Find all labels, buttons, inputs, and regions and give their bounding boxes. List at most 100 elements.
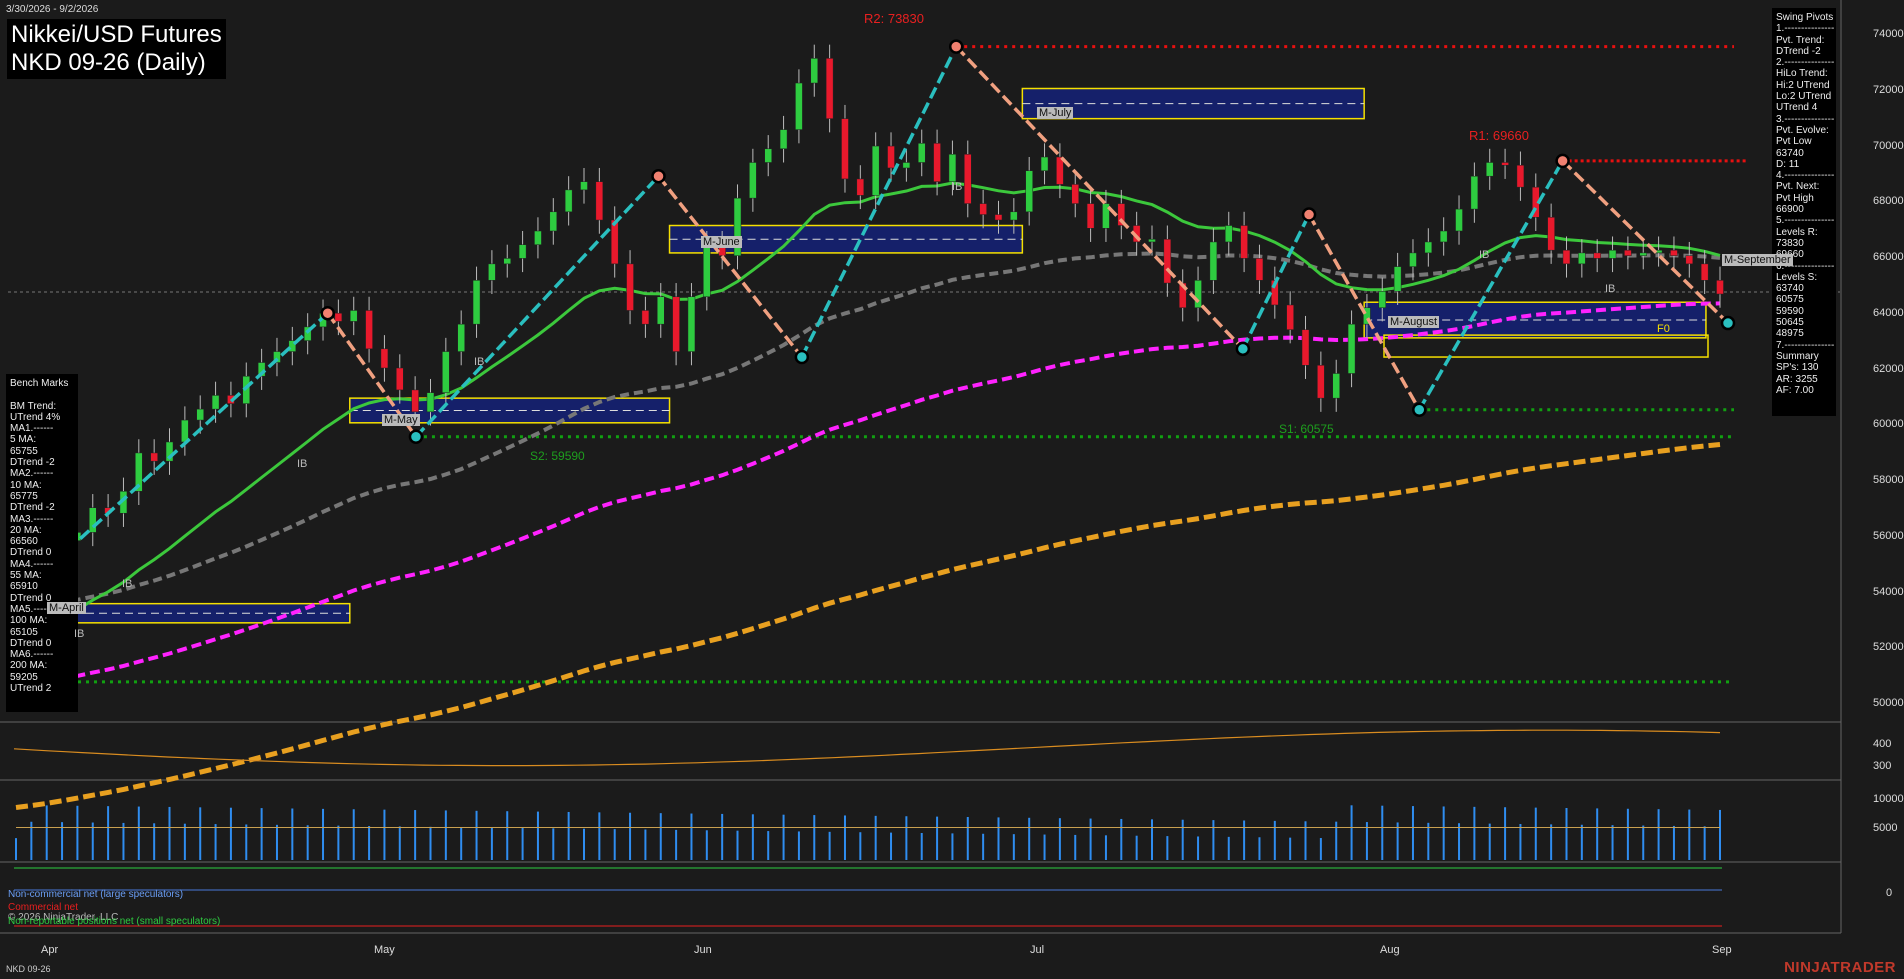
- candle-body: [1485, 162, 1494, 177]
- candle-body: [380, 348, 389, 369]
- month-tick: Apr: [41, 944, 59, 956]
- ib-marker: IB: [474, 356, 485, 368]
- s2-label: S2: 59590: [530, 449, 585, 463]
- candle-body: [488, 263, 496, 281]
- osc-tick: 300: [1873, 760, 1892, 772]
- r1-label: R1: 69660: [1469, 128, 1529, 143]
- price-chart[interactable]: [0, 0, 1904, 979]
- candle-body: [917, 143, 926, 163]
- candle-body: [641, 310, 650, 325]
- candle-body: [1639, 252, 1647, 256]
- s1-label: S1: 60575: [1279, 422, 1334, 436]
- candle-body: [841, 118, 849, 180]
- candle-body: [518, 244, 527, 259]
- ma-100-line: [15, 301, 1721, 687]
- ib-marker: IB: [122, 578, 133, 590]
- box-label-july: M-July: [1037, 107, 1074, 119]
- legend-small-specs: Non-reportable positions net (small spec…: [8, 916, 221, 927]
- candle-body: [856, 178, 865, 196]
- candle-body: [1501, 162, 1509, 166]
- footer-symbol: NKD 09-26: [6, 964, 51, 974]
- candle-body: [1455, 208, 1463, 232]
- candle-body: [1424, 241, 1433, 254]
- candle-body: [1409, 252, 1417, 267]
- price-tick: 62000: [1873, 363, 1904, 375]
- month-tick: Jul: [1030, 944, 1045, 956]
- price-tick: 50000: [1873, 697, 1904, 709]
- swing-pivot-marker: [1555, 153, 1570, 169]
- cot-tick: 0: [1886, 887, 1893, 899]
- price-tick: 54000: [1873, 586, 1904, 598]
- candle-body: [396, 367, 404, 391]
- ib-marker: IB: [952, 181, 963, 193]
- candle-body: [1040, 156, 1049, 171]
- candle-body: [1163, 238, 1172, 284]
- oscillator-line: [13, 729, 1721, 767]
- box-label-june: M-June: [701, 236, 742, 248]
- candle-body: [657, 296, 665, 325]
- price-tick: 56000: [1873, 530, 1904, 542]
- candle-body: [979, 203, 987, 215]
- candle-body: [994, 214, 1003, 221]
- candle-body: [1578, 252, 1586, 265]
- candle-body: [549, 211, 558, 232]
- ib-marker: IB: [1479, 249, 1490, 261]
- price-tick: 70000: [1873, 140, 1904, 152]
- price-tick: 64000: [1873, 307, 1904, 319]
- candle-body: [1516, 164, 1525, 188]
- price-tick: 60000: [1873, 418, 1904, 430]
- swing-pivot-marker: [948, 39, 964, 54]
- month-tick: Jun: [694, 944, 712, 956]
- month-tick: May: [374, 944, 395, 956]
- candle-body: [196, 408, 204, 421]
- box-label-april: M-April: [47, 602, 86, 614]
- price-tick: 72000: [1873, 84, 1904, 96]
- candle-body: [703, 244, 711, 298]
- swing-pivot-marker: [1720, 315, 1736, 331]
- price-tick: 66000: [1873, 251, 1904, 263]
- legend-noncommercial: Non-commercial net (large speculators): [8, 889, 184, 900]
- candle-body: [1716, 280, 1724, 295]
- candle-body: [1301, 329, 1310, 366]
- candle-body: [902, 162, 911, 169]
- candle-body: [871, 145, 880, 196]
- candle-body: [503, 258, 511, 265]
- candle-body: [1624, 249, 1632, 256]
- box-label-august: M-August: [1388, 316, 1440, 328]
- candle-body: [687, 296, 696, 352]
- candle-body: [1240, 225, 1248, 259]
- bench-marks-panel: Bench Marks BM Trend: UTrend 4% MA1.----…: [6, 374, 78, 712]
- candle-body: [1010, 211, 1018, 221]
- date-range: 3/30/2026 - 9/2/2026: [6, 4, 99, 15]
- ma-200-line: [15, 442, 1721, 810]
- price-tick: 68000: [1873, 195, 1904, 207]
- ib-marker: IB: [297, 458, 308, 470]
- month-tick: Sep: [1712, 944, 1732, 956]
- box-label-september: M-September: [1722, 254, 1793, 266]
- chart-title-instrument: Nikkei/USD Futures: [11, 21, 222, 48]
- candle-body: [626, 263, 634, 311]
- candle-body: [933, 143, 941, 182]
- candle-body: [1347, 323, 1356, 374]
- candle-body: [1148, 238, 1156, 243]
- candle-body: [1670, 249, 1678, 256]
- candle-body: [442, 351, 450, 393]
- candle-body: [1547, 217, 1555, 251]
- month-tick: Aug: [1380, 944, 1400, 956]
- candle-body: [1194, 280, 1202, 308]
- candle-body: [349, 310, 358, 322]
- candle-body: [1317, 365, 1325, 399]
- swing-line: [657, 175, 804, 359]
- candle-body: [810, 58, 819, 84]
- candle-body: [1332, 373, 1340, 399]
- candle-body: [749, 162, 757, 199]
- candle-body: [580, 181, 588, 191]
- candle-body: [411, 389, 419, 413]
- candle-body: [1056, 156, 1064, 185]
- candle-body: [1209, 241, 1218, 281]
- ib-marker: IB: [74, 628, 85, 640]
- candle-body: [1378, 291, 1387, 308]
- volume-tick: 5000: [1873, 822, 1898, 834]
- swing-line: [1417, 159, 1565, 411]
- candle-body: [1700, 263, 1709, 281]
